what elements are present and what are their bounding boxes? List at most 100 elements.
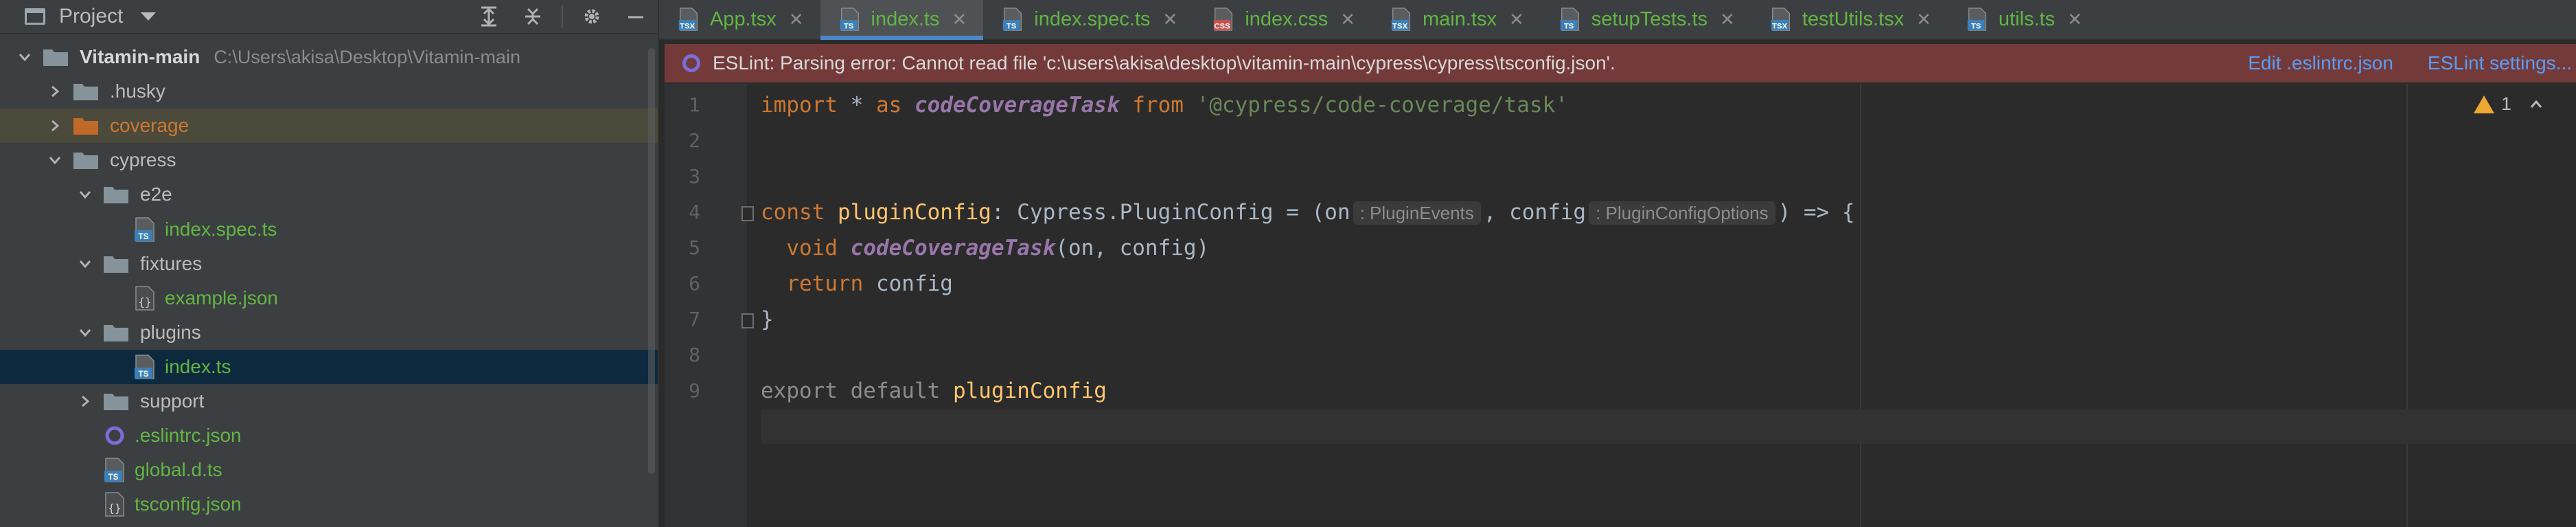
tsx-file-icon: TSX — [1769, 7, 1793, 32]
minimize-icon[interactable] — [621, 1, 651, 32]
edit-eslintrc-link[interactable]: Edit .eslintrc.json — [2248, 52, 2393, 74]
editor-tab[interactable]: TS setupTests.ts ✕ — [1541, 0, 1751, 38]
tree-item-label: .husky — [110, 80, 165, 102]
editor-tab[interactable]: TSX main.tsx ✕ — [1372, 0, 1541, 38]
editor-tab[interactable]: TS index.ts ✕ — [820, 0, 984, 40]
close-icon[interactable]: ✕ — [1340, 9, 1355, 30]
svg-text:TS: TS — [1564, 22, 1574, 30]
folder-icon — [103, 185, 129, 204]
editor-tab[interactable]: TSX testUtils.tsx ✕ — [1751, 0, 1948, 38]
tree-item[interactable]: support — [0, 384, 658, 418]
tree-item[interactable]: fixtures — [0, 247, 658, 281]
chevron-down-icon[interactable] — [141, 12, 157, 21]
folder-icon — [103, 392, 129, 411]
code-line-9[interactable] — [761, 410, 2576, 444]
line-number[interactable]: 9 — [665, 374, 700, 408]
tree-item[interactable]: TS index.ts — [0, 349, 658, 384]
tree-item-label: coverage — [110, 115, 189, 137]
svg-text:TS: TS — [138, 369, 148, 379]
token-keyword: from — [1132, 93, 1184, 117]
line-number[interactable]: 3 — [665, 159, 700, 194]
tree-item[interactable]: TS index.spec.ts — [0, 212, 658, 247]
css-file-icon: CSS — [1212, 7, 1235, 32]
close-icon[interactable]: ✕ — [1916, 9, 1931, 30]
chevron-down-icon[interactable] — [45, 150, 65, 170]
svg-text:TS: TS — [1007, 22, 1017, 30]
chevron-down-icon[interactable] — [76, 323, 95, 342]
close-icon[interactable]: ✕ — [952, 9, 967, 30]
code-line-5[interactable]: return config — [761, 267, 2576, 301]
tree-scrollbar[interactable] — [648, 48, 655, 474]
token-text: * — [837, 93, 876, 117]
chevron-down-icon[interactable] — [76, 254, 95, 273]
svg-text:{}: {} — [108, 502, 121, 515]
chevron-right-icon[interactable] — [45, 116, 65, 135]
tree-item[interactable]: coverage — [0, 109, 658, 144]
svg-text:TS: TS — [138, 232, 148, 241]
tree-item-label: Vitamin-main — [80, 46, 200, 67]
editor-tab[interactable]: CSS index.css ✕ — [1194, 0, 1372, 38]
editor-tab[interactable]: TS utils.ts ✕ — [1948, 0, 2099, 38]
svg-text:{}: {} — [138, 295, 151, 309]
tab-label: setupTests.ts — [1591, 8, 1708, 30]
project-view-selector[interactable]: Project — [59, 5, 123, 28]
chevron-down-icon[interactable] — [15, 47, 34, 67]
line-number[interactable]: 6 — [665, 267, 700, 301]
line-number-gutter[interactable]: 123456789 — [665, 84, 747, 527]
line-number[interactable]: 2 — [665, 124, 700, 158]
tree-item[interactable]: Vitamin-main C:\Users\akisa\Desktop\Vitam… — [0, 40, 658, 74]
typescript-file-icon: TS — [1966, 7, 1989, 32]
close-icon[interactable]: ✕ — [1720, 9, 1735, 30]
chevron-right-icon[interactable] — [45, 82, 65, 101]
close-icon[interactable]: ✕ — [1509, 9, 1524, 30]
folder-icon — [103, 254, 129, 273]
line-number[interactable]: 7 — [665, 302, 700, 337]
line-number[interactable]: 4 — [665, 195, 700, 229]
code-line-1[interactable]: import * as codeCoverageTask from '@cypr… — [761, 88, 2576, 122]
editor-tab[interactable]: TSX App.tsx ✕ — [659, 0, 820, 38]
tree-item-label: example.json — [165, 287, 278, 309]
code-line-4[interactable]: void codeCoverageTask(on, config) — [761, 231, 2576, 265]
token-text: } — [761, 307, 774, 332]
folder-icon — [73, 150, 99, 170]
tree-item-label: index.ts — [165, 355, 231, 377]
tree-item[interactable]: {} example.json — [0, 281, 658, 315]
typescript-file-icon: TS — [103, 457, 126, 483]
collapse-all-icon[interactable] — [518, 1, 548, 32]
tree-item[interactable]: cypress — [0, 143, 658, 177]
chevron-right-icon[interactable] — [76, 392, 95, 411]
type-hint: : PluginEvents — [1353, 201, 1481, 225]
tab-label: main.tsx — [1423, 8, 1497, 30]
close-icon[interactable]: ✕ — [789, 9, 804, 30]
code-editor[interactable]: 123456789 1 import * as codeCoverageTask… — [665, 84, 2576, 527]
fold-marker-icon[interactable] — [741, 313, 754, 328]
tree-item-label: e2e — [140, 183, 172, 205]
tree-item[interactable]: plugins — [0, 315, 658, 350]
line-number[interactable]: 1 — [665, 88, 700, 122]
token-text: ) => { — [1778, 200, 1855, 225]
close-icon[interactable]: ✕ — [1163, 9, 1178, 30]
eslint-settings-link[interactable]: ESLint settings... — [2428, 52, 2572, 74]
banner-message: ESLint: Parsing error: Cannot read file … — [713, 52, 1615, 74]
tree-item-label: fixtures — [140, 252, 203, 274]
line-number[interactable]: 5 — [665, 231, 700, 265]
tree-item[interactable]: .eslintrc.json — [0, 418, 658, 453]
chevron-down-icon[interactable] — [76, 185, 95, 204]
token-text: , config — [1483, 200, 1587, 225]
code-line-6[interactable]: } — [761, 302, 2576, 337]
tree-item[interactable]: TS global.d.ts — [0, 453, 658, 487]
tree-item-label: global.d.ts — [135, 459, 222, 481]
line-number[interactable]: 8 — [665, 338, 700, 372]
project-window-icon — [25, 8, 45, 25]
code-line-3[interactable]: const pluginConfig: Cypress.PluginConfig… — [761, 195, 2576, 229]
tree-item[interactable]: e2e — [0, 177, 658, 212]
close-icon[interactable]: ✕ — [2067, 9, 2082, 30]
expand-all-icon[interactable] — [474, 1, 504, 32]
fold-marker-icon[interactable] — [741, 206, 754, 221]
code-line-8[interactable]: export default pluginConfig — [761, 374, 2576, 408]
gear-icon[interactable] — [577, 1, 607, 32]
tree-item[interactable]: .husky — [0, 74, 658, 109]
editor-tab[interactable]: TS index.spec.ts ✕ — [983, 0, 1194, 38]
eslint-icon — [682, 54, 700, 72]
tree-item[interactable]: {} tsconfig.json — [0, 487, 658, 522]
